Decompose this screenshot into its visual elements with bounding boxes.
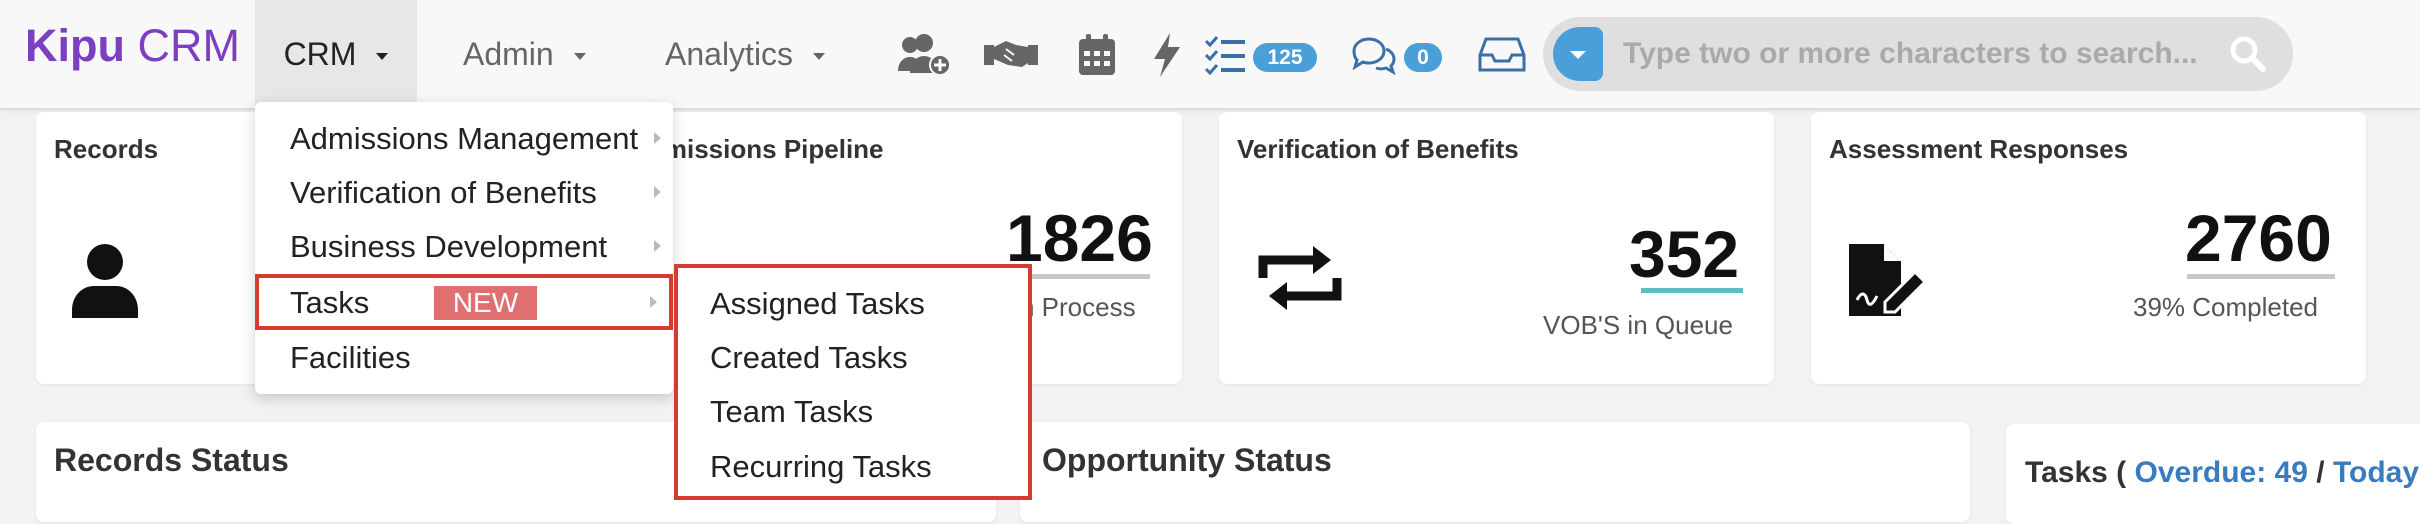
- chevron-right-icon: [654, 186, 661, 198]
- menu-item-facilities[interactable]: Facilities: [255, 330, 673, 384]
- chevron-down-icon: [376, 52, 389, 60]
- calendar-icon[interactable]: [1075, 30, 1119, 80]
- tasks-summary-prefix: Tasks (: [2025, 456, 2135, 489]
- menu-item-label: Business Development: [290, 229, 608, 264]
- assessment-underline: [2187, 274, 2335, 279]
- add-user-icon[interactable]: [895, 30, 953, 80]
- brand-logo[interactable]: Kipu CRM: [25, 20, 240, 72]
- assessment-responses-card[interactable]: Assessment Responses 2760 39% Completed: [1811, 112, 2366, 384]
- menu-item-label: Admissions Management: [290, 121, 639, 156]
- handshake-icon[interactable]: [981, 30, 1041, 80]
- nav-admin-label: Admin: [463, 35, 554, 72]
- card-title: Assessment Responses: [1829, 134, 2129, 164]
- repeat-icon: [1255, 244, 1345, 317]
- search-input[interactable]: [1623, 30, 2213, 78]
- task-list-icon[interactable]: [1203, 30, 1247, 80]
- chat-icon[interactable]: [1350, 30, 1398, 80]
- assessment-caption: 39% Completed: [2133, 292, 2318, 322]
- nav-analytics-label: Analytics: [665, 35, 794, 72]
- vob-underline: [1641, 288, 1743, 293]
- bolt-icon[interactable]: [1150, 30, 1184, 80]
- new-badge: NEW: [434, 286, 537, 320]
- menu-item-verification-of-benefits[interactable]: Verification of Benefits: [255, 165, 673, 219]
- nav-crm[interactable]: CRM: [255, 0, 417, 108]
- tasks-summary: Tasks ( Overdue: 49 / Today:: [2025, 456, 2420, 490]
- verification-of-benefits-card[interactable]: Verification of Benefits 352 VOB'S in Qu…: [1219, 112, 1774, 384]
- chevron-right-icon: [650, 296, 657, 308]
- section-title: Records Status: [54, 442, 289, 478]
- chevron-right-icon: [654, 132, 661, 144]
- chevron-down-icon: [813, 52, 826, 60]
- chevron-down-icon: [573, 52, 586, 60]
- card-title: Records: [54, 134, 159, 164]
- signature-icon: [1847, 242, 1929, 323]
- tasks-submenu: Assigned Tasks Created Tasks Team Tasks …: [674, 264, 1032, 500]
- tasks-summary-separator: /: [2307, 456, 2333, 489]
- today-tasks-link[interactable]: Today:: [2333, 456, 2420, 489]
- assessment-count: 2760: [2185, 201, 2332, 275]
- card-title: Verification of Benefits: [1237, 134, 1519, 164]
- opportunity-status-panel: Opportunity Status: [1020, 422, 1970, 522]
- global-search: [1543, 17, 2293, 91]
- crm-dropdown-menu: Admissions Management Verification of Be…: [255, 102, 673, 394]
- card-title: dmissions Pipeline: [648, 134, 884, 164]
- section-title: Opportunity Status: [1042, 442, 1332, 478]
- menu-item-label: Verification of Benefits: [290, 175, 597, 210]
- search-scope-dropdown[interactable]: [1553, 27, 1603, 81]
- nav-crm-label: CRM: [283, 35, 357, 72]
- inbox-icon[interactable]: [1478, 30, 1526, 80]
- nav-analytics[interactable]: Analytics: [665, 0, 826, 108]
- user-icon: [70, 242, 140, 323]
- menu-item-business-development[interactable]: Business Development: [255, 219, 673, 273]
- vob-caption: VOB'S in Queue: [1543, 310, 1733, 340]
- pipeline-caption: n Process: [1020, 292, 1136, 322]
- chevron-right-icon: [654, 240, 661, 252]
- menu-item-label: Tasks: [290, 285, 370, 320]
- search-icon[interactable]: [2229, 35, 2267, 78]
- overdue-tasks-link[interactable]: Overdue: 49: [2135, 456, 2308, 489]
- nav-admin[interactable]: Admin: [463, 0, 586, 108]
- menu-item-label: Facilities: [290, 340, 411, 375]
- top-navbar: Kipu CRM CRM Admin Analytics 125 0: [0, 0, 2420, 110]
- tasks-count-badge[interactable]: 125: [1253, 43, 1317, 72]
- submenu-item-recurring-tasks[interactable]: Recurring Tasks: [710, 449, 932, 485]
- messages-count-badge[interactable]: 0: [1404, 43, 1442, 72]
- vob-count: 352: [1629, 217, 1740, 291]
- submenu-item-team-tasks[interactable]: Team Tasks: [710, 394, 873, 430]
- submenu-item-assigned-tasks[interactable]: Assigned Tasks: [710, 286, 925, 322]
- menu-item-tasks[interactable]: Tasks NEW: [255, 274, 673, 330]
- submenu-item-created-tasks[interactable]: Created Tasks: [710, 340, 908, 376]
- menu-item-admissions-management[interactable]: Admissions Management: [255, 111, 673, 165]
